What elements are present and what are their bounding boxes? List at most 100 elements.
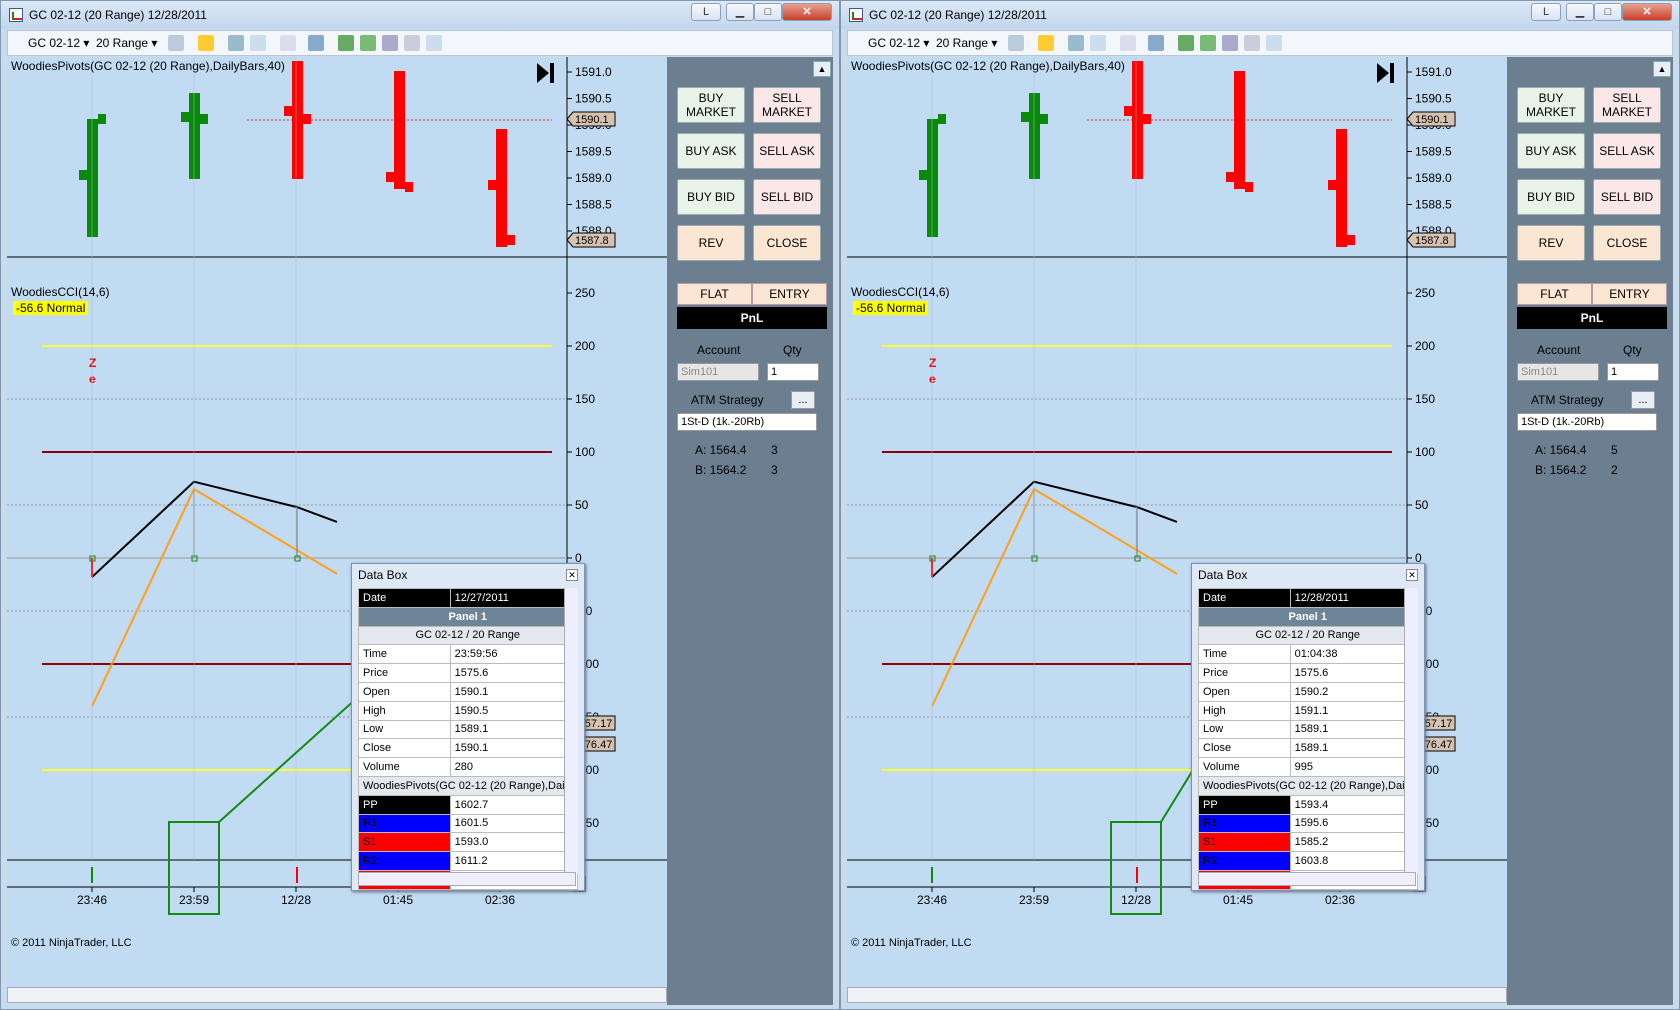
- crosshair-icon[interactable]: [1068, 35, 1084, 51]
- layout-button[interactable]: L: [691, 3, 721, 21]
- pivot-label: S1: [358, 832, 451, 853]
- snapshot-icon[interactable]: [404, 35, 420, 51]
- horizontal-scrollbar[interactable]: [847, 987, 1507, 1003]
- buy-bid-button[interactable]: BUY BID: [677, 179, 745, 215]
- sell-ask-button[interactable]: SELL ASK: [753, 133, 821, 169]
- qty-label: Qty: [783, 343, 802, 357]
- qty-input[interactable]: 1: [767, 363, 819, 381]
- data-box-horizontal-scrollbar[interactable]: [1198, 872, 1416, 886]
- sell-market-button[interactable]: SELL MARKET: [753, 87, 821, 123]
- data-box-window[interactable]: Data Box ✕ Date 12/27/2011 Panel 1 GC 02-…: [351, 563, 585, 891]
- data-box-title-bar[interactable]: Data Box ✕: [1192, 564, 1424, 586]
- qty-input[interactable]: 1: [1607, 363, 1659, 381]
- atm-strategy-select[interactable]: 1St-D (1k.-20Rb): [1517, 413, 1657, 431]
- row-label: Close: [358, 738, 451, 759]
- data-box-close-icon[interactable]: ✕: [1406, 569, 1418, 581]
- layout-button[interactable]: L: [1531, 3, 1561, 21]
- close-position-button[interactable]: CLOSE: [753, 225, 821, 261]
- snapshot-icon[interactable]: [1244, 35, 1260, 51]
- buy-ask-button[interactable]: BUY ASK: [1517, 133, 1585, 169]
- bar-open-tick: [1226, 172, 1234, 182]
- data-box-icon[interactable]: [426, 35, 442, 51]
- copyright-text: © 2011 NinjaTrader, LLC: [11, 937, 132, 949]
- close-window-button[interactable]: ✕: [782, 3, 832, 21]
- turbo-cci-line: [931, 487, 1178, 707]
- close-position-button[interactable]: CLOSE: [1593, 225, 1661, 261]
- data-box-window[interactable]: Data Box ✕ Date 12/28/2011 Panel 1 GC 02-…: [1191, 563, 1425, 891]
- time-tick-label: 23:46: [917, 893, 947, 907]
- period-selector[interactable]: 20 Range ▾: [936, 36, 997, 50]
- bars-icon[interactable]: [1200, 35, 1216, 51]
- copyright-text: © 2011 NinjaTrader, LLC: [851, 937, 972, 949]
- title-bar[interactable]: GC 02-12 (20 Range) 12/28/2011 L ▁ □ ✕: [1, 1, 839, 29]
- account-select[interactable]: Sim101: [677, 363, 759, 381]
- entry-status: ENTRY: [1592, 283, 1667, 305]
- pin-icon[interactable]: [1090, 35, 1106, 51]
- chart-app-icon: [849, 8, 863, 22]
- horizontal-scrollbar[interactable]: [7, 987, 667, 1003]
- close-window-button[interactable]: ✕: [1622, 3, 1672, 21]
- account-label: Account: [1537, 343, 1581, 357]
- minimize-button[interactable]: ▁: [726, 3, 754, 21]
- chart-trader-icon[interactable]: [338, 35, 354, 51]
- reverse-button[interactable]: REV: [677, 225, 745, 261]
- period-selector[interactable]: 20 Range ▾: [96, 36, 157, 50]
- sell-market-button[interactable]: SELL MARKET: [1593, 87, 1661, 123]
- zoom-icon[interactable]: [308, 35, 324, 51]
- instrument-selector[interactable]: GC 02-12 ▾: [28, 36, 89, 50]
- chart-window-left: GC 02-12 (20 Range) 12/28/2011 L ▁ □ ✕ G…: [0, 0, 840, 1010]
- chart-trader-icon[interactable]: [1178, 35, 1194, 51]
- data-box-icon[interactable]: [1266, 35, 1282, 51]
- atm-settings-button[interactable]: ...: [1631, 391, 1655, 409]
- range-bar: [1132, 61, 1143, 179]
- title-bar[interactable]: GC 02-12 (20 Range) 12/28/2011 L ▁ □ ✕: [841, 1, 1679, 29]
- sell-bid-button[interactable]: SELL BID: [753, 179, 821, 215]
- bar-close-tick: [1040, 114, 1048, 124]
- reverse-button[interactable]: REV: [1517, 225, 1585, 261]
- zoom-icon[interactable]: [1148, 35, 1164, 51]
- indicators-icon[interactable]: [1008, 35, 1024, 51]
- data-box-horizontal-scrollbar[interactable]: [358, 872, 576, 886]
- data-box-vertical-scrollbar[interactable]: [1404, 588, 1418, 874]
- cci-line: [91, 480, 338, 578]
- sell-bid-button[interactable]: SELL BID: [1593, 179, 1661, 215]
- time-tick-label: 23:46: [77, 893, 107, 907]
- pin-icon[interactable]: [250, 35, 266, 51]
- pnl-display: PnL: [677, 307, 827, 329]
- bid-size: 3: [771, 463, 778, 477]
- atm-settings-button[interactable]: ...: [791, 391, 815, 409]
- atm-strategy-select[interactable]: 1St-D (1k.-20Rb): [677, 413, 817, 431]
- pointer-icon[interactable]: [280, 35, 296, 51]
- properties-icon[interactable]: [1222, 35, 1238, 51]
- pointer-icon[interactable]: [1120, 35, 1136, 51]
- bar-open-tick: [919, 170, 927, 180]
- buy-bid-button[interactable]: BUY BID: [1517, 179, 1585, 215]
- properties-icon[interactable]: [382, 35, 398, 51]
- window-title: GC 02-12 (20 Range) 12/28/2011: [29, 8, 207, 22]
- cci-tick-label: 250: [575, 286, 595, 300]
- maximize-button[interactable]: □: [754, 3, 782, 21]
- buy-market-button[interactable]: BUY MARKET: [677, 87, 745, 123]
- buy-market-button[interactable]: BUY MARKET: [1517, 87, 1585, 123]
- bar-close-tick: [200, 114, 208, 124]
- buy-ask-button[interactable]: BUY ASK: [677, 133, 745, 169]
- account-select[interactable]: Sim101: [1517, 363, 1599, 381]
- pencil-draw-icon[interactable]: [1038, 35, 1054, 51]
- data-box-title-bar[interactable]: Data Box ✕: [352, 564, 584, 586]
- scroll-up-icon[interactable]: ▲: [813, 61, 831, 77]
- pencil-draw-icon[interactable]: [198, 35, 214, 51]
- bar-close-tick: [1347, 235, 1355, 245]
- scroll-up-icon[interactable]: ▲: [1653, 61, 1671, 77]
- data-box-vertical-scrollbar[interactable]: [564, 588, 578, 874]
- minimize-button[interactable]: ▁: [1566, 3, 1594, 21]
- data-box-close-icon[interactable]: ✕: [566, 569, 578, 581]
- data-box-table: Date 12/28/2011 Panel 1 GC 02-12 / 20 Ran…: [1198, 588, 1418, 890]
- maximize-button[interactable]: □: [1594, 3, 1622, 21]
- crosshair-icon[interactable]: [228, 35, 244, 51]
- row-label: Volume: [358, 757, 451, 777]
- indicators-icon[interactable]: [168, 35, 184, 51]
- bars-icon[interactable]: [360, 35, 376, 51]
- sell-ask-button[interactable]: SELL ASK: [1593, 133, 1661, 169]
- row-label: Low: [358, 719, 451, 740]
- instrument-selector[interactable]: GC 02-12 ▾: [868, 36, 929, 50]
